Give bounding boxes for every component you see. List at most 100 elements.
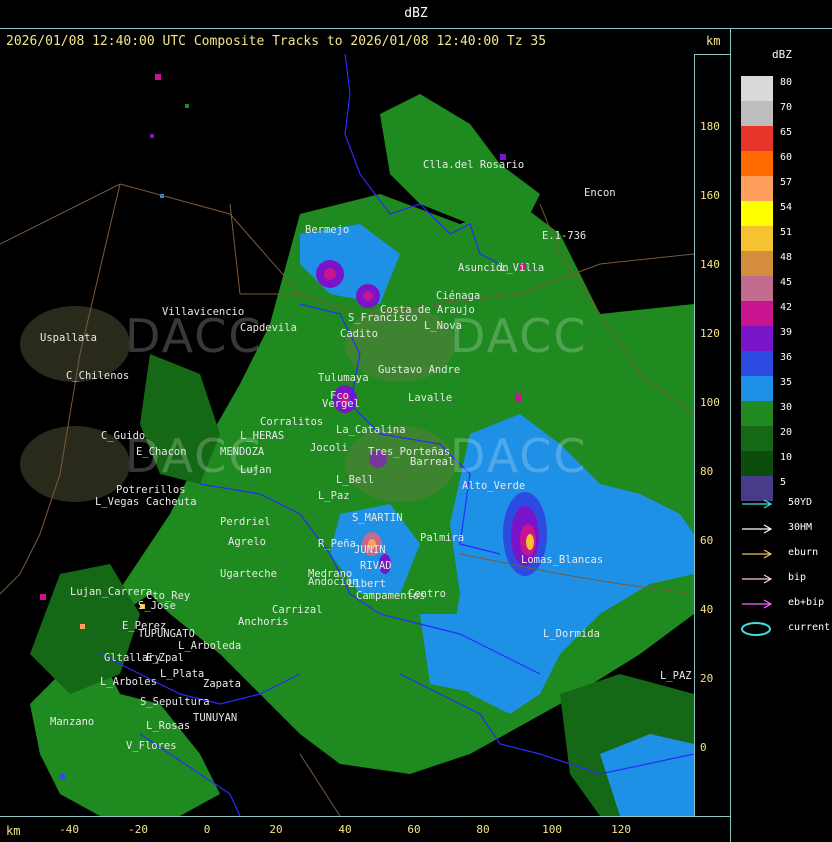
legend-swatch-label: 57 xyxy=(780,177,793,188)
radar-map[interactable]: DACC DACC DACC DACC Clla.del Rosario Enco… xyxy=(0,54,694,816)
track-legend-label: bip xyxy=(788,572,807,583)
city-label: Alto_Verde xyxy=(462,480,526,492)
x-tick-label: 80 xyxy=(476,823,490,836)
watermark-dacc-4: DACC xyxy=(450,429,588,483)
y-tick-label: 80 xyxy=(700,465,714,478)
map-right-border xyxy=(694,54,695,816)
legend-swatch-label: 5 xyxy=(780,477,787,488)
city-label: Uspallata xyxy=(40,332,97,344)
y-tick-label: 60 xyxy=(700,534,714,547)
x-tick-label: 100 xyxy=(542,823,562,836)
legend-divider xyxy=(730,28,731,842)
city-label: L_Arboles xyxy=(100,676,157,688)
x-tick-label: -20 xyxy=(128,823,148,836)
top-frame-line xyxy=(0,28,832,29)
track-arrow-icon xyxy=(742,499,773,509)
legend-swatch-label: 39 xyxy=(780,327,793,338)
legend-swatch-label: 51 xyxy=(780,227,793,238)
map-bottom-border xyxy=(0,816,730,817)
legend-swatch xyxy=(741,301,773,326)
legend-swatch-label: 30 xyxy=(780,402,793,413)
legend-swatch xyxy=(741,226,773,251)
legend-swatch-label: 42 xyxy=(780,302,793,313)
legend-swatch xyxy=(741,101,773,126)
city-label: MENDOZA xyxy=(220,446,265,458)
track-arrow-icon xyxy=(742,599,773,609)
city-label: V_Flores xyxy=(126,740,177,752)
city-label: Centro xyxy=(408,588,446,600)
y-axis-unit: km xyxy=(706,34,721,48)
city-label: L_Villa xyxy=(500,262,545,274)
y-tick-label: 20 xyxy=(700,672,714,685)
city-label: RIVAD xyxy=(360,560,392,572)
city-label: Capdevila xyxy=(240,322,297,334)
x-tick-label: 60 xyxy=(407,823,421,836)
legend-swatch xyxy=(741,401,773,426)
city-label: Lujan xyxy=(240,464,272,476)
legend-swatch xyxy=(741,326,773,351)
legend-swatch-label: 60 xyxy=(780,152,793,163)
city-label: Palmira xyxy=(420,532,465,544)
city-label: L_Nova xyxy=(424,320,462,332)
city-label: L_HERAS xyxy=(240,430,285,442)
x-tick-label: 20 xyxy=(269,823,283,836)
city-label: Perdriel xyxy=(220,516,271,528)
legend-swatch-label: 45 xyxy=(780,277,793,288)
legend-swatch xyxy=(741,426,773,451)
x-tick-label: 120 xyxy=(611,823,631,836)
x-axis-unit: km xyxy=(6,824,21,838)
legend-swatch xyxy=(741,151,773,176)
legend-swatch-label: 70 xyxy=(780,102,793,113)
x-tick-label: 40 xyxy=(338,823,352,836)
city-label: Anchoris xyxy=(238,616,289,628)
city-label: Potrerillos xyxy=(116,484,186,496)
watermark-dacc-2: DACC xyxy=(450,309,588,363)
city-label: Manzano xyxy=(50,716,95,728)
legend-swatch xyxy=(741,251,773,276)
legend-swatch xyxy=(741,351,773,376)
city-label: L_Bell xyxy=(336,474,374,486)
track-legend-label: 50YD xyxy=(788,497,813,508)
legend-swatch-label: 36 xyxy=(780,352,793,363)
city-label: Jocoli xyxy=(310,442,348,454)
city-label: L_Dormida xyxy=(543,628,600,640)
composite-tracks-header: 2026/01/08 12:40:00 UTC Composite Tracks… xyxy=(6,34,547,49)
track-arrow-icon xyxy=(742,549,773,559)
current-ellipse-icon xyxy=(741,622,771,636)
window-title: dBZ xyxy=(404,6,428,21)
legend-swatch xyxy=(741,76,773,101)
legend-swatch xyxy=(741,176,773,201)
city-label: Lujan_Carrera xyxy=(70,586,153,598)
x-tick-label: 0 xyxy=(203,823,211,836)
city-label: Bermejo xyxy=(305,224,350,236)
city-label: E_Zpal xyxy=(146,652,184,664)
legend-title: dBZ xyxy=(772,48,792,61)
city-label: Tulumaya xyxy=(318,372,369,384)
y-tick-label: 180 xyxy=(700,120,720,133)
city-label: Villavicencio xyxy=(162,306,245,318)
track-legend-label: eb+bip xyxy=(788,597,825,608)
city-label: L_Vegas xyxy=(95,496,140,508)
track-arrow-icon xyxy=(742,574,773,584)
y-tick-label: 120 xyxy=(700,327,720,340)
city-label: C_Chilenos xyxy=(66,370,130,382)
legend-panel: dBZ 80 70 65 60 57 54 51 48 45 42 39 36 35 30 20 10 5 50… xyxy=(732,30,832,842)
legend-swatch-label: 20 xyxy=(780,427,793,438)
city-label: Fco xyxy=(330,390,349,402)
city-label: Gustavo Andre xyxy=(378,364,461,376)
y-tick-label: 0 xyxy=(700,741,707,754)
city-label: L_PAZ xyxy=(660,670,692,682)
city-label: Lomas_Blancas xyxy=(521,554,604,566)
city-label: JUNIN xyxy=(354,544,386,556)
legend-swatch-label: 48 xyxy=(780,252,793,263)
city-label: L_Rosas xyxy=(146,720,191,732)
y-tick-label: 160 xyxy=(700,189,720,202)
city-label: TUPUNGATO xyxy=(138,628,195,640)
city-label: La_Catalina xyxy=(336,424,406,436)
legend-swatch-label: 80 xyxy=(780,77,793,88)
city-label: L_Plata xyxy=(160,668,205,680)
city-label: Corralitos xyxy=(260,416,324,428)
city-label: Ciénaga xyxy=(436,290,481,302)
city-label: S_Jose xyxy=(138,600,176,612)
city-label: C_Guido xyxy=(101,430,146,442)
